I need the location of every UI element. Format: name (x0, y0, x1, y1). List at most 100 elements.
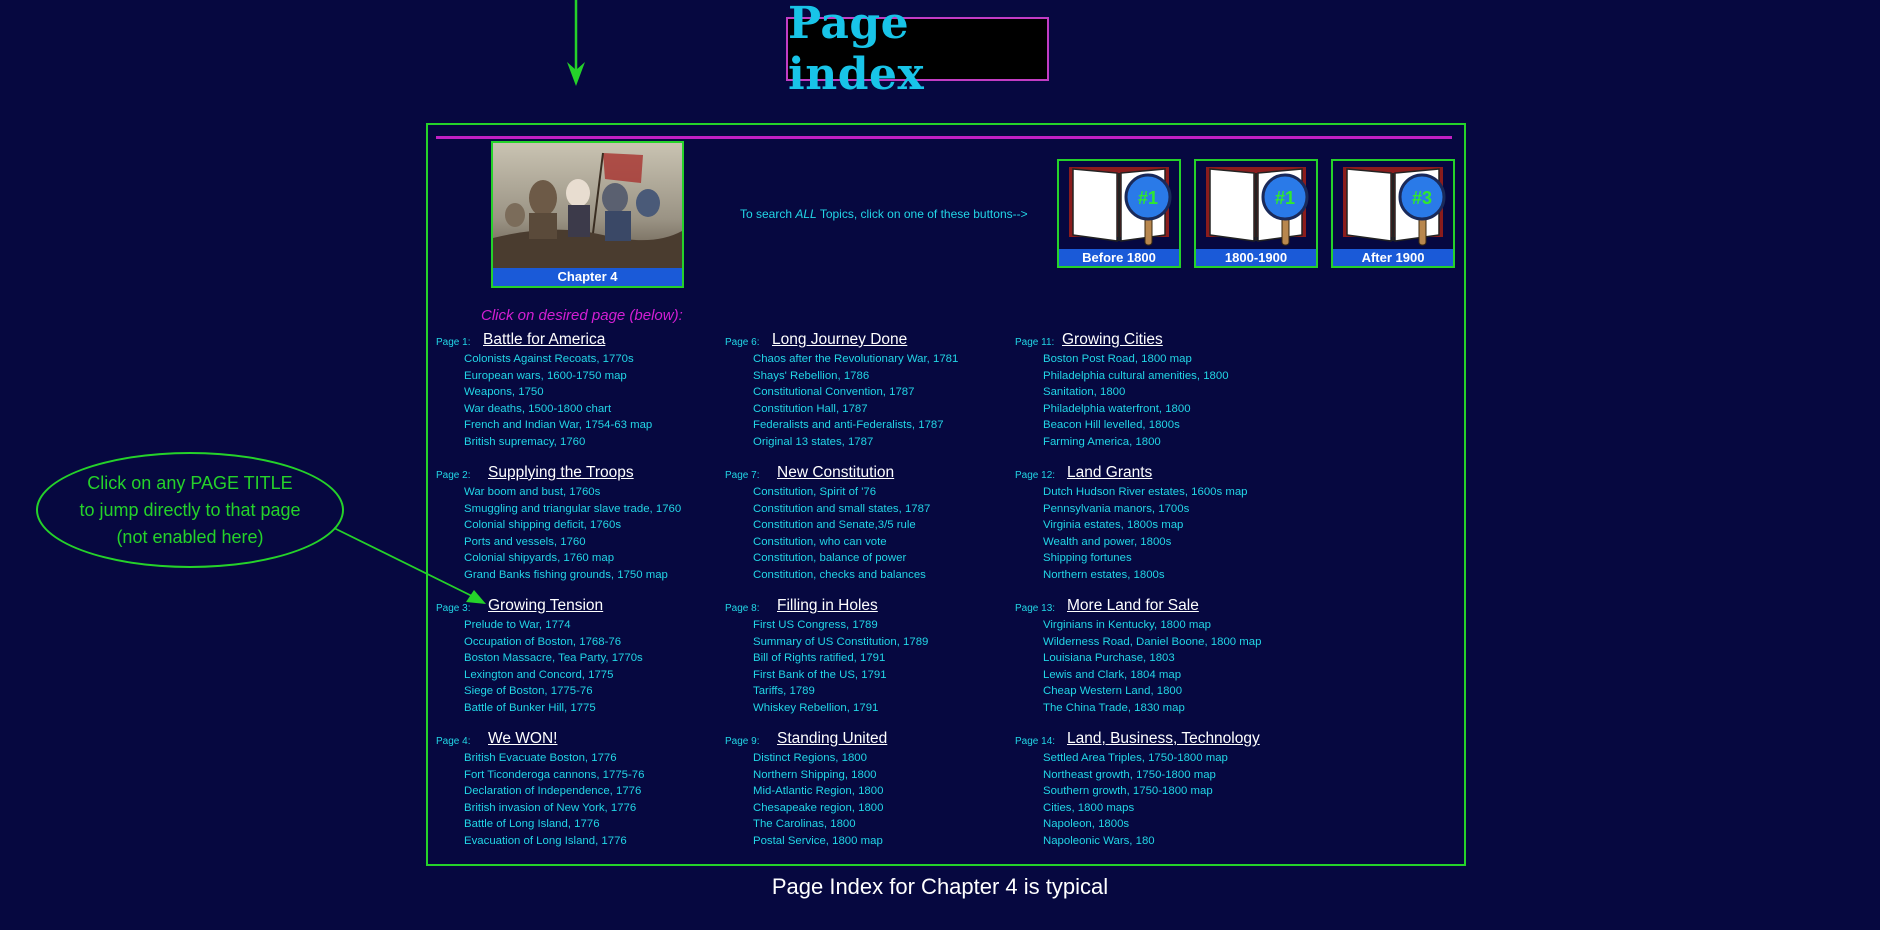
page-block-1: Page 1: Battle for America Colonists Agai… (436, 331, 652, 451)
topic-item: Weapons, 1750 (464, 386, 544, 399)
annotation-line: (not enabled here) (116, 526, 264, 547)
topic-item: Colonial shipping deficit, 1760s (464, 519, 622, 532)
topic-item: Lewis and Clark, 1804 map (1043, 668, 1182, 681)
topic-item: Constitution, who can vote (753, 535, 887, 548)
topic-item: Napoleon, 1800s (1043, 818, 1130, 831)
topic-item: Tariffs, 1789 (753, 685, 815, 698)
search-before-1800-button[interactable]: #1 Before 1800 (1057, 159, 1181, 268)
era-button-label: Before 1800 (1059, 249, 1179, 266)
era-badge: #3 (1412, 188, 1432, 208)
page-number: Page 6: (725, 337, 760, 348)
page-title-link[interactable]: Growing Tension (488, 597, 603, 615)
page-title: Page index (788, 0, 925, 100)
page-block-9: Page 9: Standing United Distinct Regions,… (725, 730, 887, 850)
page-number: Page 2: (436, 470, 471, 481)
topic-item: Original 13 states, 1787 (753, 435, 874, 448)
era-button-label: 1800-1900 (1196, 249, 1316, 266)
topic-item: British Evacuate Boston, 1776 (464, 752, 617, 764)
topic-item: Dutch Hudson River estates, 1600s map (1043, 486, 1248, 498)
page-block-14: Page 14: Land, Business, Technology Settl… (1015, 730, 1260, 850)
arrow-down-icon (567, 0, 585, 86)
topic-item: Constitution and Senate,3/5 rule (753, 519, 916, 532)
page-title-link[interactable]: Long Journey Done (772, 331, 907, 349)
topic-item: Postal Service, 1800 map (753, 834, 883, 847)
topic-item: Virginians in Kentucky, 1800 map (1043, 619, 1212, 631)
topic-item: Constitution Hall, 1787 (753, 402, 868, 415)
divider (436, 136, 1452, 139)
chapter-thumbnail[interactable]: Chapter 4 (491, 141, 684, 288)
revolution-painting-image (493, 143, 682, 270)
page-title-link[interactable]: We WON! (488, 730, 557, 748)
topic-item: Constitution, checks and balances (753, 568, 926, 581)
topic-item: Federalists and anti-Federalists, 1787 (753, 419, 944, 432)
topic-item: Constitution, balance of power (753, 552, 907, 565)
topic-item: Smuggling and triangular slave trade, 17… (464, 502, 682, 515)
topic-item: Colonial shipyards, 1760 map (464, 552, 615, 565)
page-title-link[interactable]: Supplying the Troops (488, 464, 634, 482)
topic-item: French and Indian War, 1754-63 map (464, 419, 653, 432)
topic-item: Philadelphia waterfront, 1800 (1043, 402, 1191, 415)
page-block-6: Page 6: Long Journey Done Chaos after the… (725, 331, 958, 451)
topic-item: Fort Ticonderoga cannons, 1775-76 (464, 768, 645, 781)
page-title-link[interactable]: Filling in Holes (777, 597, 878, 615)
search-hint-emphasis: ALL (795, 207, 817, 221)
click-hint: Click on desired page (below): (481, 307, 683, 324)
search-hint-text-2: Topics, click on one of these buttons--> (816, 207, 1028, 221)
search-hint-text: To search (740, 207, 796, 221)
page-number: Page 14: (1015, 736, 1056, 747)
topic-item: Beacon Hill levelled, 1800s (1043, 419, 1180, 432)
page-title-link[interactable]: Growing Cities (1062, 331, 1163, 349)
topic-item: Louisiana Purchase, 1803 (1043, 652, 1175, 665)
book-search-icon: #3 (1343, 167, 1446, 246)
topic-item: First Bank of the US, 1791 (753, 668, 887, 681)
topic-item: Pennsylvania manors, 1700s (1043, 502, 1190, 515)
era-badge: #1 (1138, 188, 1158, 208)
page-title-link[interactable]: Standing United (777, 730, 887, 748)
topic-item: Virginia estates, 1800s map (1043, 519, 1184, 532)
topic-item: Southern growth, 1750-1800 map (1043, 785, 1213, 798)
search-1800-1900-button[interactable]: #1 1800-1900 (1194, 159, 1318, 268)
topic-item: First US Congress, 1789 (753, 619, 878, 631)
topic-item: Philadelphia cultural amenities, 1800 (1043, 369, 1229, 382)
page-title-link[interactable]: Battle for America (483, 331, 605, 349)
page-title-box: Page index (786, 0, 1049, 100)
page-title-link[interactable]: New Constitution (777, 464, 894, 482)
book-search-icon: #1 (1206, 167, 1309, 246)
topic-item: Northern Shipping, 1800 (753, 768, 877, 781)
page-number: Page 9: (725, 736, 760, 747)
topic-item: Battle of Long Island, 1776 (464, 818, 600, 831)
topic-item: The Carolinas, 1800 (753, 818, 856, 831)
topic-item: Bill of Rights ratified, 1791 (753, 652, 886, 665)
topic-item: Northeast growth, 1750-1800 map (1043, 768, 1216, 781)
book-search-icon: #1 (1069, 167, 1172, 246)
page-title-link[interactable]: Land Grants (1067, 464, 1152, 482)
topic-item: Siege of Boston, 1775-76 (464, 685, 593, 698)
topic-item: Constitutional Convention, 1787 (753, 386, 915, 399)
page-number: Page 12: (1015, 470, 1056, 481)
page-index-panel: Chapter 4 To search ALL Topics, click on… (426, 123, 1466, 866)
page-block-11: Page 11: Growing Cities Boston Post Road,… (1015, 331, 1229, 451)
chapter-caption: Chapter 4 (493, 268, 682, 286)
era-button-label: After 1900 (1333, 249, 1453, 266)
page-number: Page 7: (725, 470, 760, 481)
topic-item: Shipping fortunes (1043, 552, 1132, 565)
topic-item: Wealth and power, 1800s (1043, 535, 1172, 548)
page-title-link[interactable]: Land, Business, Technology (1067, 730, 1260, 748)
page-number: Page 8: (725, 603, 760, 614)
topic-item: Chesapeake region, 1800 (753, 801, 884, 814)
search-after-1900-button[interactable]: #3 After 1900 (1331, 159, 1455, 268)
annotation-arrow-icon (333, 527, 486, 604)
topic-item: Occupation of Boston, 1768-76 (464, 635, 622, 648)
topic-item: Constitution and small states, 1787 (753, 502, 931, 515)
topic-item: Napoleonic Wars, 180 (1043, 834, 1155, 847)
topic-item: European wars, 1600-1750 map (464, 369, 627, 382)
page-block-8: Page 8: Filling in Holes First US Congres… (725, 597, 928, 717)
topic-item: Farming America, 1800 (1043, 435, 1161, 448)
topic-item: Northern estates, 1800s (1043, 568, 1165, 581)
topic-item: Ports and vessels, 1760 (464, 535, 586, 548)
annotation-line: to jump directly to that page (79, 499, 301, 520)
topic-item: Colonists Against Recoats, 1770s (464, 353, 634, 365)
topic-item: Chaos after the Revolutionary War, 1781 (753, 353, 959, 365)
page-block-3: Page 3: Growing Tension Prelude to War, 1… (436, 597, 643, 717)
page-title-link[interactable]: More Land for Sale (1067, 597, 1199, 615)
